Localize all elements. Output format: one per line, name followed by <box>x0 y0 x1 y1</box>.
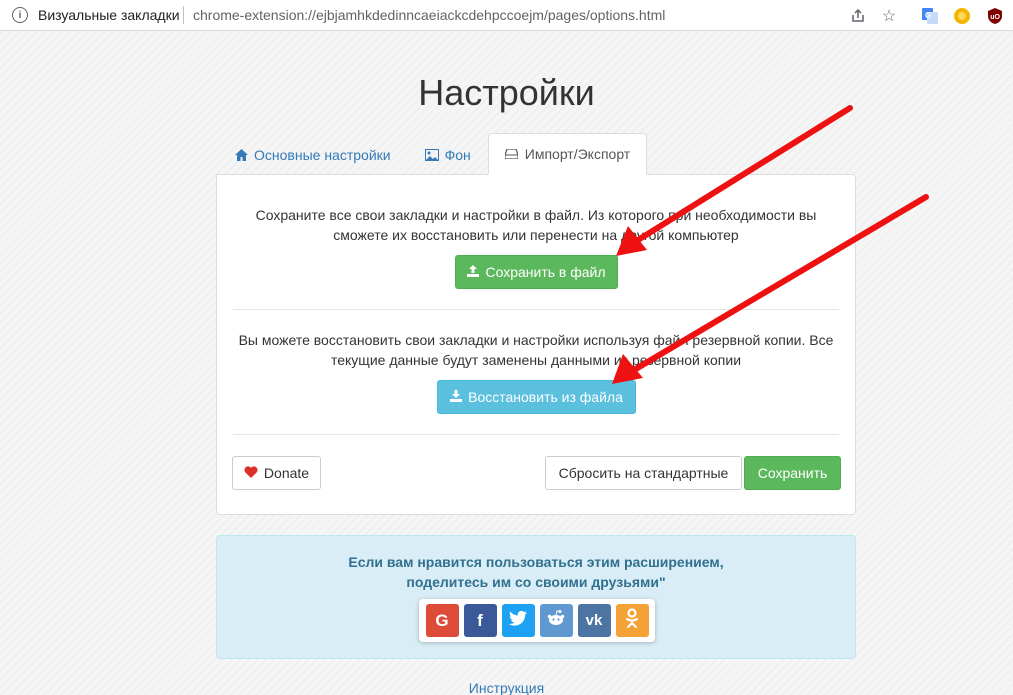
twitter-share-button[interactable] <box>501 604 535 637</box>
export-description: Сохраните все свои закладки и настройки … <box>255 207 817 243</box>
extension-icon[interactable] <box>952 6 972 26</box>
site-name: Визуальные закладки <box>38 7 180 23</box>
share-text-line2: поделитесь им со своими друзьями" <box>406 574 666 590</box>
instructions-link[interactable]: Инструкция <box>0 680 1013 695</box>
import-description: Вы можете восстановить свои закладки и н… <box>238 332 834 368</box>
upload-icon <box>467 264 480 280</box>
share-text-line1: Если вам нравится пользоваться этим расш… <box>348 554 724 570</box>
star-icon[interactable]: ☆ <box>879 6 899 26</box>
info-icon[interactable]: i <box>12 7 28 23</box>
odnoklassniki-icon <box>625 608 639 633</box>
import-export-panel: Сохраните все свои закладки и настройки … <box>216 174 856 515</box>
translate-icon[interactable]: G <box>920 6 940 26</box>
save-to-file-label: Сохранить в файл <box>485 264 606 280</box>
tab-main-settings[interactable]: Основные настройки <box>217 133 408 175</box>
facebook-icon: f <box>477 610 483 630</box>
save-button[interactable]: Сохранить <box>744 456 841 490</box>
vk-icon: vk <box>585 612 603 629</box>
donate-button[interactable]: Donate <box>232 456 321 490</box>
home-icon <box>234 148 248 162</box>
svg-text:uO: uO <box>990 14 1000 21</box>
download-icon <box>450 389 463 405</box>
tab-label: Основные настройки <box>254 146 391 163</box>
social-buttons: G f vk <box>419 599 655 642</box>
vk-share-button[interactable]: vk <box>577 604 611 637</box>
google-share-button[interactable]: G <box>425 604 459 637</box>
divider <box>233 434 839 435</box>
tab-label: Фон <box>444 146 471 163</box>
page-title: Настройки <box>418 72 595 113</box>
save-to-file-button[interactable]: Сохранить в файл <box>455 255 618 289</box>
share-box: Если вам нравится пользоваться этим расш… <box>216 535 856 659</box>
divider <box>233 309 839 310</box>
donate-label: Donate <box>263 465 310 481</box>
tab-background[interactable]: Фон <box>408 133 488 175</box>
facebook-share-button[interactable]: f <box>463 604 497 637</box>
heart-icon <box>244 465 258 481</box>
hdd-icon <box>505 147 519 161</box>
odnoklassniki-share-button[interactable] <box>615 604 649 637</box>
ublock-icon[interactable]: uO <box>985 6 1005 26</box>
twitter-icon <box>509 610 527 631</box>
google-icon: G <box>435 610 449 630</box>
tab-label: Импорт/Экспорт <box>524 146 631 162</box>
reddit-icon <box>546 609 566 632</box>
address-bar[interactable]: i Визуальные закладки chrome-extension:/… <box>0 0 1013 31</box>
image-icon <box>424 148 439 162</box>
restore-from-file-button[interactable]: Восстановить из файла <box>437 380 636 414</box>
restore-from-file-label: Восстановить из файла <box>468 389 623 405</box>
url-text[interactable]: chrome-extension://ejbjamhkdedinncaeiack… <box>193 7 665 23</box>
svg-text:G: G <box>925 11 931 20</box>
url-divider <box>183 6 184 24</box>
settings-tabs: Основные настройки Фон Импорт/Экспорт <box>217 133 648 175</box>
reddit-share-button[interactable] <box>539 604 573 637</box>
tab-import-export[interactable]: Импорт/Экспорт <box>487 133 648 175</box>
share-icon[interactable] <box>848 6 868 26</box>
reset-defaults-button[interactable]: Сбросить на стандартные <box>545 456 742 490</box>
